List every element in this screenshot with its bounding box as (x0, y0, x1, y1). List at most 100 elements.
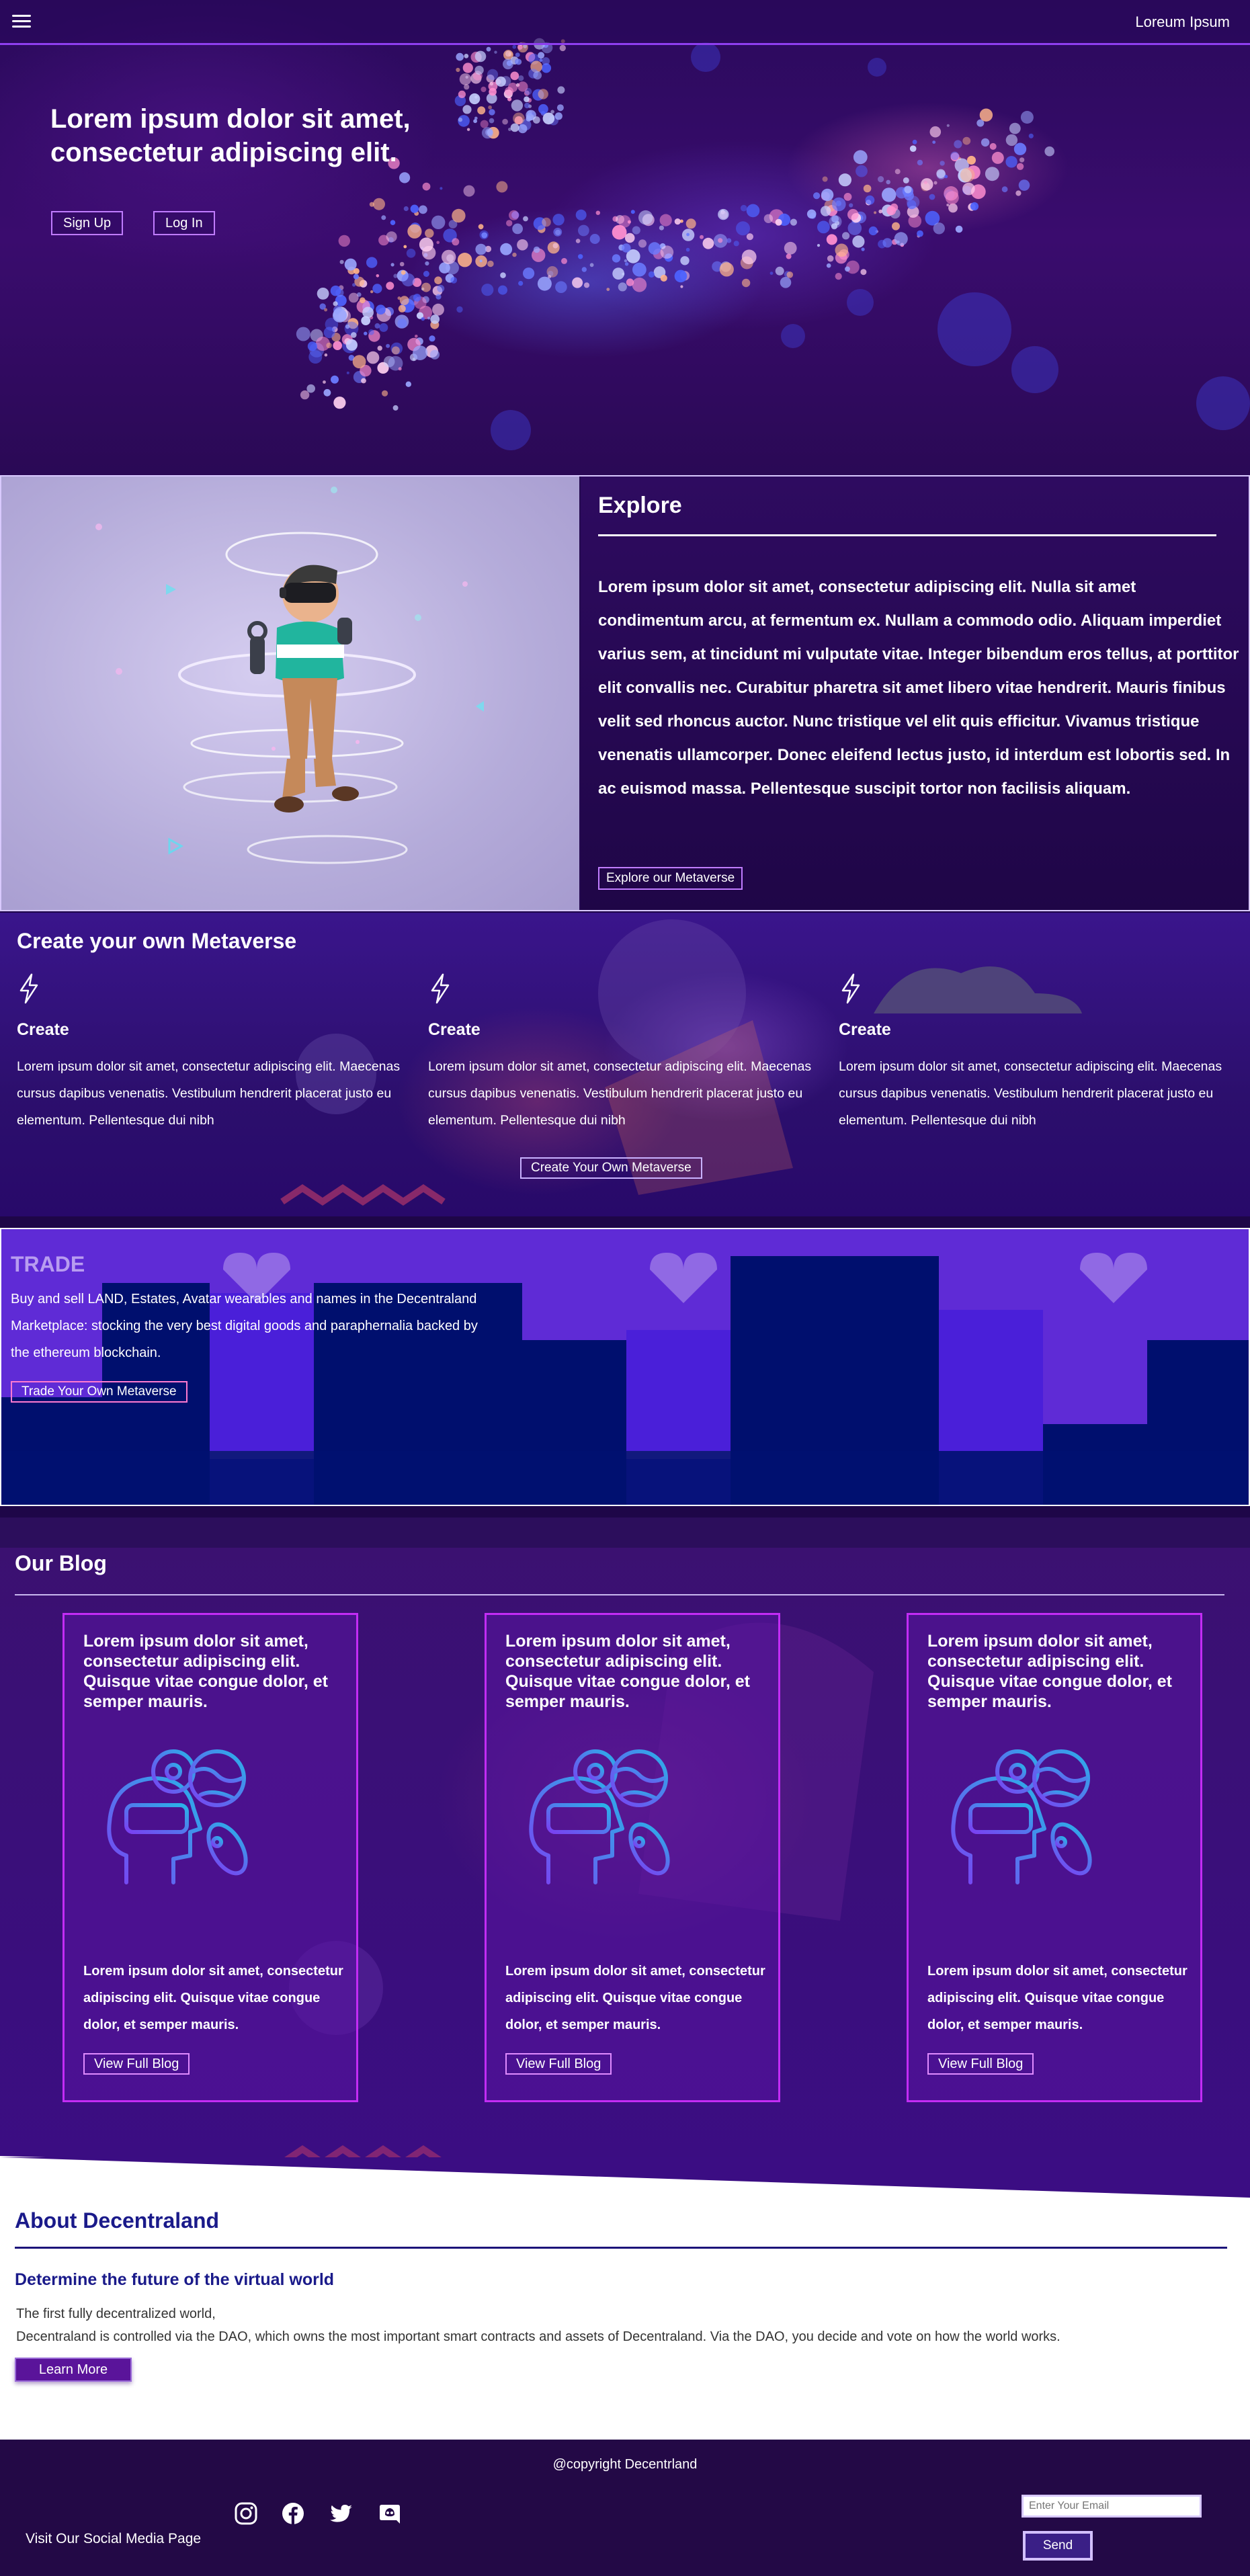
view-full-blog-button[interactable]: View Full Blog (505, 2053, 612, 2075)
brand-name[interactable]: Loreum Ipsum (1135, 13, 1230, 31)
particle (575, 209, 587, 220)
instagram-icon[interactable] (234, 2501, 258, 2526)
particle (790, 218, 797, 226)
particle (826, 263, 831, 268)
particle (391, 346, 400, 355)
trade-metaverse-button[interactable]: Trade Your Own Metaverse (11, 1381, 188, 1403)
particle (933, 181, 937, 185)
particle (437, 284, 445, 292)
particle (456, 52, 464, 61)
particle (407, 224, 422, 239)
feature-card: Create Lorem ipsum dolor sit amet, conse… (428, 973, 831, 1134)
discord-icon[interactable] (378, 2501, 402, 2526)
particle (826, 234, 837, 245)
particle (422, 182, 431, 191)
particle (537, 276, 552, 291)
particle (842, 232, 850, 240)
particle (835, 273, 842, 280)
particle (612, 254, 621, 263)
about-text-line2: Decentraland is controlled via the DAO, … (16, 2329, 1060, 2344)
feature-text: Lorem ipsum dolor sit amet, consectetur … (428, 1059, 812, 1128)
particle (481, 284, 494, 296)
particle (494, 50, 497, 54)
particle (406, 249, 416, 258)
particle (581, 267, 587, 272)
particle (820, 206, 831, 216)
particle (985, 167, 999, 181)
particle (377, 345, 382, 351)
city-skyline-background (1, 1229, 1249, 1505)
learn-more-button[interactable]: Learn More (15, 2358, 132, 2382)
footer: @copyright Decentrland Visit Our Social … (0, 2440, 1250, 2576)
particle (572, 277, 583, 288)
particle (627, 220, 631, 224)
particle (361, 378, 366, 384)
particle (622, 243, 631, 253)
particle (479, 259, 483, 263)
particle (733, 241, 739, 247)
twitter-icon[interactable] (329, 2501, 353, 2526)
particle (589, 234, 600, 244)
particle (962, 182, 975, 196)
create-metaverse-button[interactable]: Create Your Own Metaverse (520, 1157, 702, 1179)
particle (506, 220, 513, 226)
particle (397, 296, 401, 300)
signup-button[interactable]: Sign Up (51, 211, 124, 235)
particle (463, 185, 475, 197)
hamburger-menu-icon[interactable] (12, 15, 31, 30)
particle (538, 103, 548, 114)
feature-title: Create (17, 1020, 69, 1039)
feature-text: Lorem ipsum dolor sit amet, consectetur … (17, 1059, 401, 1128)
facebook-icon[interactable] (281, 2501, 305, 2526)
email-input[interactable] (1022, 2495, 1202, 2518)
particle-background (296, 38, 1250, 450)
blog-card-body: Lorem ipsum dolor sit amet, consectetur … (83, 1964, 343, 2032)
particle (379, 323, 388, 332)
blog-card-body: Lorem ipsum dolor sit amet, consectetur … (505, 1964, 765, 2032)
bokeh-circle (1011, 346, 1058, 393)
vr-head-globe-icon (529, 1749, 670, 1884)
particle (917, 230, 923, 237)
particle (624, 259, 628, 263)
login-button[interactable]: Log In (153, 211, 215, 235)
particle (700, 235, 704, 239)
particle (518, 281, 524, 286)
particle (845, 266, 850, 272)
particle (425, 228, 434, 238)
particle (370, 290, 374, 294)
create-section: Create your own Metaverse Create Lorem i… (0, 913, 1250, 1216)
particle (372, 284, 382, 294)
particle (553, 227, 562, 237)
particle (686, 233, 690, 237)
explore-metaverse-button[interactable]: Explore our Metaverse (598, 867, 743, 890)
particle (474, 65, 484, 75)
particle (638, 239, 647, 248)
particle (524, 96, 530, 102)
explore-title: Explore (598, 493, 682, 518)
particle (523, 216, 528, 222)
particle (450, 277, 458, 284)
particle (894, 232, 908, 246)
particle (323, 388, 331, 397)
particle (831, 215, 839, 223)
particle (430, 315, 440, 324)
view-full-blog-button[interactable]: View Full Blog (927, 2053, 1034, 2075)
particle (979, 108, 993, 122)
particle (1005, 134, 1018, 147)
particle (806, 209, 817, 219)
particle (660, 245, 674, 259)
view-full-blog-button[interactable]: View Full Blog (83, 2053, 190, 2075)
particle (452, 208, 466, 223)
vr-head-globe-icon (107, 1749, 248, 1884)
particle (523, 267, 535, 280)
particle (331, 375, 339, 384)
particle (557, 86, 565, 94)
particle (718, 208, 729, 220)
particle (890, 203, 899, 212)
particle (1020, 111, 1034, 124)
particle (500, 272, 506, 278)
particle (624, 233, 635, 243)
particle (512, 252, 517, 257)
send-button[interactable]: Send (1023, 2531, 1093, 2561)
particle (390, 263, 394, 267)
